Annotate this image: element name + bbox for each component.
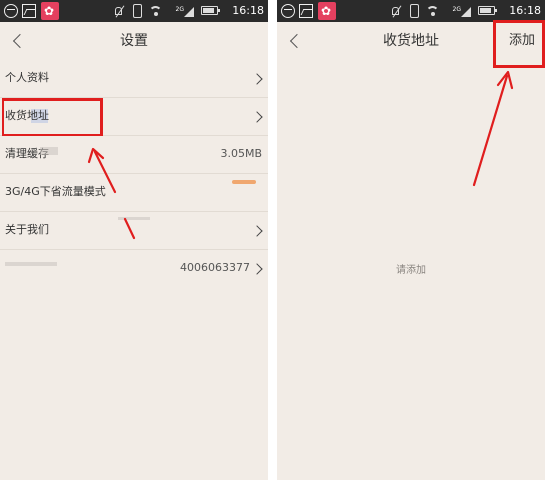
empty-state-text: 请添加 xyxy=(396,265,426,276)
vibrate-icon xyxy=(133,4,142,18)
settings-item-label: 收货地址 xyxy=(5,109,49,122)
chevron-right-icon xyxy=(253,73,263,85)
settings-item-clear-cache[interactable]: 清理缓存 3.05MB xyxy=(0,136,268,174)
app-badge-icon xyxy=(318,2,336,20)
status-bar: 2G 16:18 xyxy=(277,0,545,22)
network-type: 2G xyxy=(175,6,184,13)
settings-item-label: 关于我们 xyxy=(5,223,49,236)
title-bar: 收货地址 添加 xyxy=(277,22,545,60)
chevron-right-icon xyxy=(253,111,263,123)
status-bar: 2G 16:18 xyxy=(0,0,268,22)
wifi-icon xyxy=(426,4,441,18)
mute-icon xyxy=(113,4,125,18)
chevron-right-icon xyxy=(253,263,263,275)
settings-item-data-saver[interactable]: 3G/4G下省流量模式 xyxy=(0,174,268,212)
settings-item-profile[interactable]: 个人资料 xyxy=(0,60,268,98)
settings-item-label: 个人资料 xyxy=(5,71,49,84)
signal-icon xyxy=(184,4,194,18)
vibrate-icon xyxy=(410,4,419,18)
image-artifact xyxy=(5,262,57,266)
page-title: 设置 xyxy=(120,33,148,49)
status-time: 16:18 xyxy=(509,4,541,17)
image-artifact xyxy=(40,147,58,155)
status-time: 16:18 xyxy=(232,4,264,17)
battery-icon xyxy=(478,6,497,15)
app-badge-icon xyxy=(41,2,59,20)
image-icon xyxy=(22,4,36,18)
settings-screen: 2G 16:18 设置 个人资料 收货地址 清理缓存 3.05MB 3G/4G下… xyxy=(0,0,268,480)
mute-icon xyxy=(390,4,402,18)
data-saver-toggle[interactable] xyxy=(232,180,256,184)
settings-item-label: 3G/4G下省流量模式 xyxy=(5,185,106,198)
add-address-button[interactable]: 添加 xyxy=(509,32,535,50)
network-type: 2G xyxy=(452,6,461,13)
chevron-right-icon xyxy=(253,225,263,237)
settings-item-address[interactable]: 收货地址 xyxy=(0,98,268,136)
address-screen: 2G 16:18 收货地址 添加 请添加 xyxy=(277,0,545,480)
settings-item-about[interactable]: 关于我们 xyxy=(0,212,268,250)
title-bar: 设置 xyxy=(0,22,268,60)
battery-icon xyxy=(201,6,220,15)
cache-size-value: 3.05MB xyxy=(220,147,262,160)
page-title: 收货地址 xyxy=(383,33,439,49)
face-icon xyxy=(4,4,18,18)
image-icon xyxy=(299,4,313,18)
face-icon xyxy=(281,4,295,18)
wifi-icon xyxy=(149,4,164,18)
image-artifact xyxy=(118,217,150,220)
settings-item-hotline[interactable]: 4006063377 xyxy=(0,250,268,288)
hotline-value: 4006063377 xyxy=(180,261,250,274)
signal-icon xyxy=(461,4,471,18)
